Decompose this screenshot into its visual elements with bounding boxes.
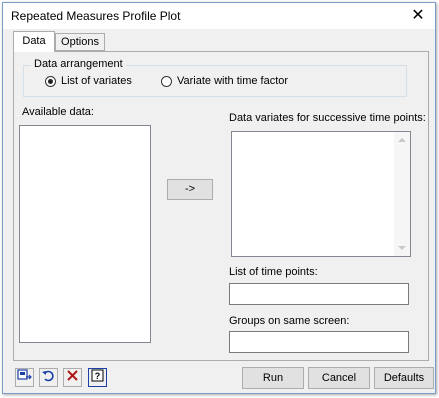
scroll-down-icon[interactable]: [398, 246, 406, 250]
radio-list-of-variates-label[interactable]: List of variates: [61, 75, 132, 87]
available-data-label: Available data:: [22, 106, 94, 118]
transfer-button[interactable]: ->: [167, 179, 213, 200]
radio-selected-dot: [48, 79, 53, 84]
groups-input[interactable]: [229, 331, 409, 353]
available-data-list[interactable]: [19, 125, 151, 343]
radio-button-circle[interactable]: [161, 76, 172, 87]
time-points-label: List of time points:: [229, 266, 318, 278]
run-button[interactable]: Run: [242, 367, 304, 389]
scroll-up-icon[interactable]: [398, 138, 406, 142]
help-icon-glyph: ?: [91, 369, 104, 382]
defaults-button[interactable]: Defaults: [374, 367, 434, 389]
clear-icon-glyph: [67, 370, 78, 381]
radio-variate-with-time-factor-label[interactable]: Variate with time factor: [177, 75, 288, 87]
dialog-window: Repeated Measures Profile Plot ✕ Data Op…: [2, 2, 436, 394]
data-variates-label: Data variates for successive time points…: [229, 112, 426, 124]
svg-text:?: ?: [95, 371, 101, 381]
cancel-button[interactable]: Cancel: [308, 367, 370, 389]
time-points-input[interactable]: [229, 283, 409, 305]
clear-icon[interactable]: [63, 368, 82, 387]
close-button[interactable]: ✕: [401, 3, 435, 29]
tab-data[interactable]: Data: [13, 31, 55, 52]
window-title: Repeated Measures Profile Plot: [11, 9, 181, 23]
help-icon[interactable]: ?: [88, 368, 107, 387]
restore-icon[interactable]: [39, 368, 58, 387]
title-bar: Repeated Measures Profile Plot ✕: [3, 3, 435, 29]
tab-options[interactable]: Options: [55, 33, 105, 51]
restore-icon-glyph: [42, 370, 54, 382]
save-settings-icon-glyph: [17, 369, 32, 380]
groups-label: Groups on same screen:: [229, 315, 350, 327]
data-arrangement-legend: Data arrangement: [31, 58, 126, 70]
save-settings-icon[interactable]: [15, 368, 34, 387]
data-variates-scrollbar[interactable]: [394, 132, 410, 256]
radio-button-circle[interactable]: [45, 76, 56, 87]
data-variates-list[interactable]: [231, 131, 411, 257]
